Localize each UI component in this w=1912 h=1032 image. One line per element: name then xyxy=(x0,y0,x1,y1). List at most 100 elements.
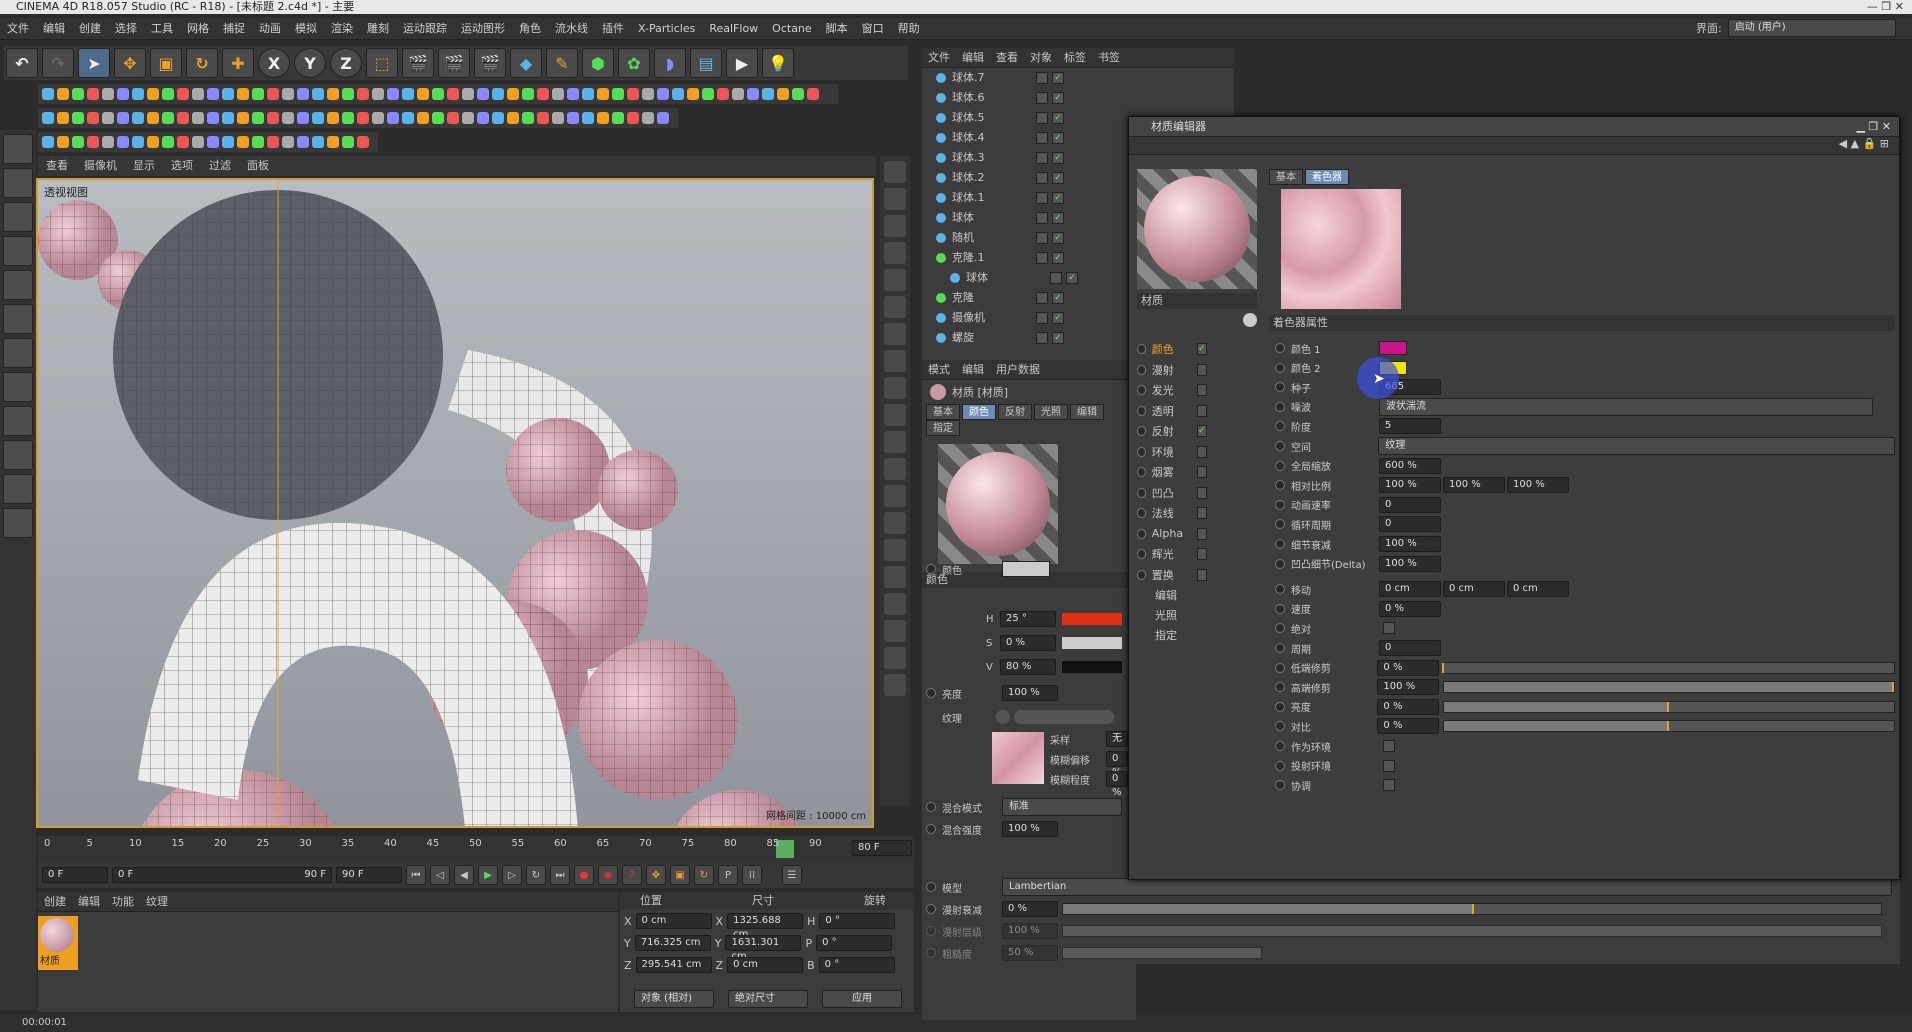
light-icon[interactable]: 💡 xyxy=(762,48,794,78)
prop-dropdown[interactable]: 纹理 xyxy=(1378,437,1896,455)
side-tool-icon[interactable] xyxy=(884,215,906,237)
render-view-button[interactable]: 🎬 xyxy=(402,48,434,78)
channel-row[interactable]: 透明 xyxy=(1137,401,1207,421)
enable-check[interactable]: ✓ xyxy=(1066,272,1078,284)
goto-end-button[interactable]: ⏭ xyxy=(550,865,570,885)
sampling-field[interactable]: 无 xyxy=(1106,731,1128,747)
model-dropdown[interactable]: Lambertian xyxy=(1002,878,1892,896)
side-tool-icon[interactable] xyxy=(884,296,906,318)
prop-field-3[interactable]: 0 cm xyxy=(1507,581,1569,598)
prop-radio[interactable] xyxy=(1275,584,1285,595)
plugin-icon[interactable] xyxy=(462,88,474,100)
plugin-icon[interactable] xyxy=(612,112,624,124)
editor-nav-icons[interactable]: ◀ ▲ 🔒 ⊞ xyxy=(1839,137,1889,150)
saturation-bar[interactable] xyxy=(1062,637,1122,649)
plugin-icon[interactable] xyxy=(252,112,264,124)
menu-item-16[interactable]: X-Particles xyxy=(638,22,695,35)
mode-tool-icon[interactable] xyxy=(3,202,33,232)
plugin-icon[interactable] xyxy=(387,112,399,124)
channel-checkbox[interactable] xyxy=(1196,507,1207,519)
plugin-icon[interactable] xyxy=(327,88,339,100)
channel-row[interactable]: 辉光 xyxy=(1137,544,1207,564)
visibility-toggle[interactable] xyxy=(1036,292,1048,304)
menu-item-20[interactable]: 窗口 xyxy=(862,22,884,35)
plugin-icon[interactable] xyxy=(282,136,294,148)
plugin-icon[interactable] xyxy=(447,88,459,100)
plugin-icon[interactable] xyxy=(252,136,264,148)
enable-check[interactable]: ✓ xyxy=(1052,152,1064,164)
plugin-icon[interactable] xyxy=(267,112,279,124)
menu-item-7[interactable]: 动画 xyxy=(259,22,281,35)
side-tool-icon[interactable] xyxy=(884,269,906,291)
plugin-icon[interactable] xyxy=(177,88,189,100)
prop-radio[interactable] xyxy=(1275,662,1285,673)
prop-field[interactable]: 0 % xyxy=(1379,600,1441,617)
plugin-icon[interactable] xyxy=(537,112,549,124)
visibility-toggle[interactable] xyxy=(1036,152,1048,164)
plugin-icon[interactable] xyxy=(762,88,774,100)
prop-slider[interactable] xyxy=(1441,661,1896,674)
prop-radio[interactable] xyxy=(1275,480,1285,491)
mode-tool-icon[interactable] xyxy=(3,270,33,300)
plugin-icon[interactable] xyxy=(132,136,144,148)
viewport-menu-item[interactable]: 过滤 xyxy=(209,159,231,172)
plugin-icon[interactable] xyxy=(102,88,114,100)
enable-check[interactable]: ✓ xyxy=(1052,332,1064,344)
rot-key-button[interactable]: ↻ xyxy=(694,865,714,885)
prop-radio[interactable] xyxy=(1275,460,1285,471)
pos-key-button[interactable]: ✥ xyxy=(646,865,666,885)
side-tool-icon[interactable] xyxy=(884,647,906,669)
channel-checkbox[interactable] xyxy=(1196,466,1207,478)
interface-selector[interactable]: 界面: 启动 (用户) xyxy=(1696,19,1896,37)
side-tool-icon[interactable] xyxy=(884,566,906,588)
prop-slider[interactable] xyxy=(1442,681,1896,694)
diffuse-level-field[interactable]: 100 % xyxy=(1002,923,1058,939)
channel-extra[interactable]: 编辑 xyxy=(1155,587,1177,603)
plugin-icon[interactable] xyxy=(162,88,174,100)
attr-tab[interactable]: 反射 xyxy=(998,404,1032,420)
material-editor-titlebar[interactable]: 材质编辑器 ▁ ❐ ✕ xyxy=(1129,117,1899,137)
interface-dropdown[interactable]: 启动 (用户) xyxy=(1727,19,1896,37)
prop-checkbox[interactable] xyxy=(1383,779,1395,792)
color-swatch[interactable] xyxy=(1379,341,1407,355)
channel-checkbox[interactable] xyxy=(1196,548,1207,560)
enable-check[interactable]: ✓ xyxy=(1052,72,1064,84)
channel-row[interactable]: 颜色 ✓ xyxy=(1137,339,1207,359)
pen-icon[interactable]: ✎ xyxy=(546,48,578,78)
prop-dropdown[interactable]: 波状湍流 xyxy=(1379,397,1873,416)
plugin-icon[interactable] xyxy=(777,88,789,100)
plugin-icon[interactable] xyxy=(417,112,429,124)
plugin-icon[interactable] xyxy=(312,88,324,100)
side-tool-icon[interactable] xyxy=(884,593,906,615)
plugin-icon[interactable] xyxy=(627,112,639,124)
plugin-icon[interactable] xyxy=(177,136,189,148)
plugin-icon[interactable] xyxy=(567,88,579,100)
plugin-icon[interactable] xyxy=(537,88,549,100)
subdivision-icon[interactable]: ⬢ xyxy=(582,48,614,78)
plugin-icon[interactable] xyxy=(567,112,579,124)
plugin-icon[interactable] xyxy=(642,112,654,124)
plugin-icon[interactable] xyxy=(552,112,564,124)
plugin-icon[interactable] xyxy=(522,112,534,124)
plugin-icon[interactable] xyxy=(387,88,399,100)
redo-button[interactable]: ↷ xyxy=(42,48,74,78)
prop-radio[interactable] xyxy=(1275,343,1285,353)
channel-checkbox[interactable] xyxy=(1196,384,1207,396)
rotation-field[interactable]: 0 ° xyxy=(819,913,896,929)
prop-field[interactable]: 0 % xyxy=(1377,659,1439,676)
visibility-toggle[interactable] xyxy=(1050,272,1062,284)
channel-radio[interactable] xyxy=(1137,364,1146,375)
plugin-icon[interactable] xyxy=(192,88,204,100)
mix-strength-radio[interactable] xyxy=(926,824,936,834)
prop-radio[interactable] xyxy=(1275,603,1285,614)
coordinate-system-button[interactable]: ⬚ xyxy=(366,48,398,78)
editor-tab[interactable]: 基本 xyxy=(1269,169,1303,185)
plugin-icon[interactable] xyxy=(312,112,324,124)
move-tool-button[interactable]: ✥ xyxy=(114,48,146,78)
prop-checkbox[interactable] xyxy=(1383,759,1395,772)
channel-extra[interactable]: 指定 xyxy=(1155,627,1177,643)
side-tool-icon[interactable] xyxy=(884,674,906,696)
prev-frame-button[interactable]: ◀ xyxy=(454,865,474,885)
menu-item-5[interactable]: 网格 xyxy=(187,22,209,35)
mode-tool-icon[interactable] xyxy=(3,508,33,538)
